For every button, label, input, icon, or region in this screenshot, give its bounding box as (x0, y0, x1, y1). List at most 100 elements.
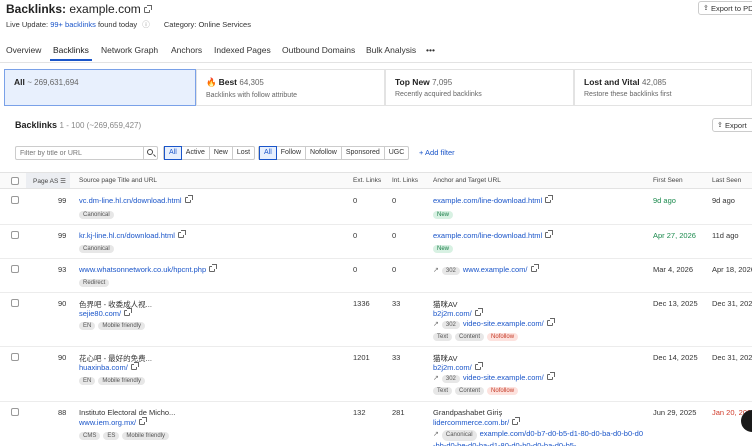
card-top-new-count: 7,095 (432, 78, 453, 87)
external-link-icon[interactable] (209, 264, 218, 272)
external-link-icon[interactable] (177, 230, 186, 238)
column-page-as[interactable]: Page AS ☰ (26, 173, 70, 188)
source-url-link[interactable]: huaxinba.com/ (79, 363, 128, 372)
external-link-icon[interactable] (546, 318, 555, 326)
tag-badge: Mobile friendly (98, 322, 146, 330)
column-last-seen[interactable]: Last Seen (712, 177, 741, 184)
external-link-icon[interactable] (143, 5, 152, 13)
int-links-value: 0 (392, 196, 397, 205)
page-title: Backlinks: example.com (6, 2, 152, 16)
redirect-code-badge: 302 (441, 267, 460, 275)
card-all-count: ~ 269,631,694 (27, 78, 79, 87)
anchor-url-link[interactable]: lidercommerce.com.br/ (433, 418, 509, 427)
last-seen-value: 11d ago (712, 231, 739, 240)
tab-overview[interactable]: Overview (6, 45, 41, 55)
row-checkbox[interactable] (11, 231, 19, 239)
target-url-link[interactable]: example.com/line-download.html (433, 231, 542, 240)
external-link-icon[interactable] (545, 230, 554, 238)
first-seen-value: Apr 27, 2026 (653, 231, 696, 240)
int-links-value: 0 (392, 231, 397, 240)
external-link-icon[interactable] (130, 362, 139, 370)
tab-backlinks[interactable]: Backlinks (50, 45, 92, 61)
row-checkbox[interactable] (11, 299, 19, 307)
row-checkbox[interactable] (11, 265, 19, 273)
status-filter-active[interactable]: Active (182, 147, 210, 159)
export-button[interactable]: ⇪ Export (712, 118, 752, 132)
card-best-count: 64,305 (239, 78, 264, 87)
last-seen-value: Dec 31, 2025 (712, 353, 752, 362)
type-filter-sponsored[interactable]: Sponsored (342, 147, 385, 159)
source-url-link[interactable]: www.whatsonnetwork.co.uk/hpcnt.php (79, 265, 206, 274)
source-url-link[interactable]: vc.dm-line.hl.cn/download.html (79, 196, 182, 205)
external-link-icon[interactable] (512, 417, 521, 425)
row-checkbox[interactable] (11, 353, 19, 361)
external-link-icon[interactable] (546, 372, 555, 380)
flame-icon: 🔥 (206, 77, 217, 87)
source-url-link[interactable]: sejie80.com/ (79, 309, 121, 318)
external-link-icon[interactable] (545, 195, 554, 203)
card-all[interactable]: All ~ 269,631,694 (4, 69, 196, 106)
target-url-link[interactable]: video-site.example.com/ (463, 319, 544, 328)
source-url-link[interactable]: kr.kj-line.hl.cn/download.html (79, 231, 175, 240)
first-seen-value: Dec 14, 2025 (653, 353, 698, 362)
nofollow-badge: Nofollow (487, 387, 519, 395)
tab-anchors[interactable]: Anchors (171, 45, 202, 55)
column-anchor: Anchor and Target URL (433, 177, 501, 184)
page-as-value: 93 (58, 265, 67, 274)
column-first-seen[interactable]: First Seen (653, 177, 683, 184)
new-backlinks-link[interactable]: 99+ backlinks (50, 20, 96, 29)
external-link-icon[interactable] (474, 362, 483, 370)
status-filter-new[interactable]: New (210, 147, 233, 159)
search-input[interactable] (20, 148, 140, 158)
target-url-link[interactable]: example.com/line-download.html (433, 196, 542, 205)
source-url-link[interactable]: www.iem.org.mx/ (79, 418, 136, 427)
ext-links-value: 0 (353, 265, 358, 274)
type-filter-all[interactable]: All (259, 146, 277, 160)
redirect-arrow-icon: ↗ (433, 375, 439, 382)
column-ext-links[interactable]: Ext. Links (353, 177, 381, 184)
tab-indexed-pages[interactable]: Indexed Pages (214, 45, 271, 55)
export-pdf-button[interactable]: ⇪ Export to PDF (698, 1, 752, 15)
external-link-icon[interactable] (530, 264, 539, 272)
card-lost-vital[interactable]: Lost and Vital 42,085 Restore these back… (574, 69, 752, 106)
status-filter-lost[interactable]: Lost (233, 147, 254, 159)
table-row: 90 色界吧 - 收委成人视... sejie80.com/ EN Mobile … (0, 293, 752, 347)
tag-badge: Mobile friendly (98, 377, 146, 385)
select-all-checkbox[interactable] (11, 177, 19, 185)
external-link-icon[interactable] (139, 417, 148, 425)
tag-badge: Mobile friendly (122, 432, 170, 440)
add-filter-button[interactable]: + Add filter (419, 148, 455, 157)
target-url-link[interactable]: video-site.example.com/ (463, 373, 544, 382)
tab-bulk-analysis[interactable]: Bulk Analysis (366, 45, 416, 55)
type-filter-ugc[interactable]: UGC (385, 147, 409, 159)
type-filter-follow[interactable]: Follow (277, 147, 307, 159)
card-top-new[interactable]: Top New 7,095 Recently acquired backlink… (385, 69, 574, 106)
card-all-label: All (14, 77, 25, 87)
anchor-url-link[interactable]: b2j2m.com/ (433, 309, 472, 318)
title-domain[interactable]: example.com (69, 2, 140, 16)
search-box (15, 146, 158, 160)
type-filter-nofollow[interactable]: Nofollow (306, 147, 342, 159)
external-link-icon[interactable] (184, 195, 193, 203)
status-filter-all[interactable]: All (164, 146, 182, 160)
row-checkbox[interactable] (11, 408, 19, 416)
upload-icon: ⇪ (717, 122, 723, 129)
table-header: Page AS ☰ Source page Title and URL Ext.… (0, 172, 752, 189)
column-int-links[interactable]: Int. Links (392, 177, 418, 184)
ext-links-value: 1336 (353, 299, 370, 308)
row-checkbox[interactable] (11, 196, 19, 204)
tab-outbound-domains[interactable]: Outbound Domains (282, 45, 355, 55)
table-row: 93 www.whatsonnetwork.co.uk/hpcnt.php Re… (0, 259, 752, 293)
external-link-icon[interactable] (474, 308, 483, 316)
info-icon[interactable]: ⓘ (142, 20, 150, 29)
column-page-as-label: Page AS (33, 178, 59, 185)
page-as-value: 90 (58, 299, 67, 308)
backlinks-heading: Backlinks 1 - 100 (~269,659,427) (15, 120, 141, 130)
target-url-link[interactable]: www.example.com/ (463, 265, 528, 274)
tab-network-graph[interactable]: Network Graph (101, 45, 158, 55)
card-best[interactable]: 🔥 Best 64,305 Backlinks with follow attri… (196, 69, 385, 106)
search-button[interactable] (143, 147, 157, 159)
external-link-icon[interactable] (124, 308, 133, 316)
more-tabs-icon[interactable]: ••• (426, 45, 435, 55)
anchor-url-link[interactable]: b2j2m.com/ (433, 363, 472, 372)
